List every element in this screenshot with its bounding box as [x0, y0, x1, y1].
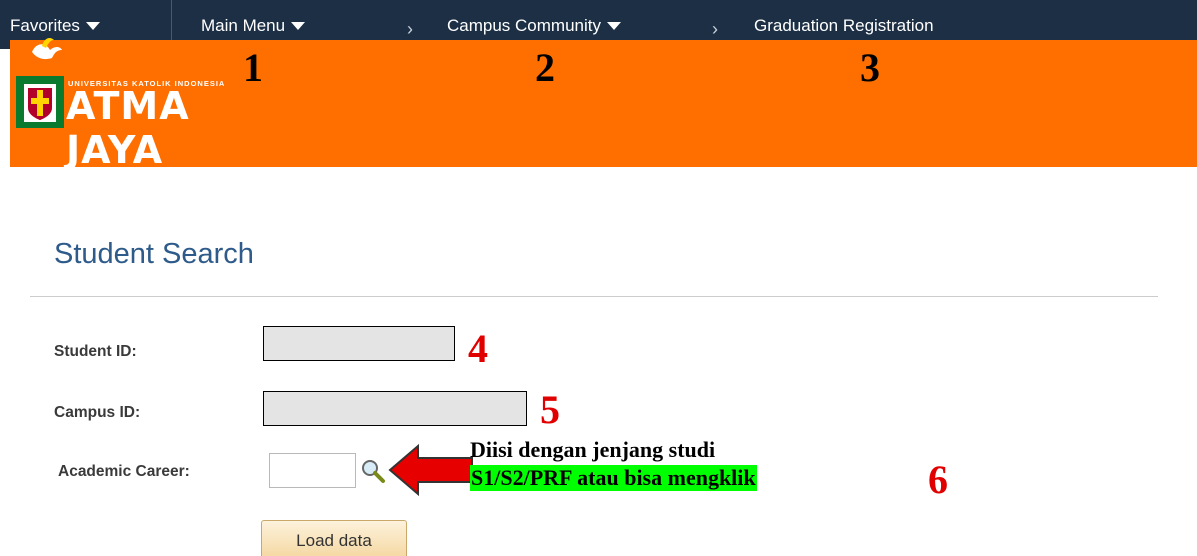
annotation-note-line2: S1/S2/PRF atau bisa mengklik: [470, 465, 757, 491]
student-id-label: Student ID:: [54, 343, 137, 360]
breadcrumb-separator-icon: ›: [712, 19, 718, 39]
annotation-number-2: 2: [535, 45, 555, 90]
campus-id-field[interactable]: [263, 391, 527, 426]
breadcrumb-separator-icon: ›: [407, 19, 413, 39]
title-divider: [30, 296, 1158, 297]
graduation-registration-link[interactable]: Graduation Registration: [754, 16, 934, 36]
lookup-magnifier-icon[interactable]: [359, 457, 387, 485]
chevron-down-icon: [607, 22, 621, 30]
annotation-number-6: 6: [928, 457, 948, 502]
load-data-button[interactable]: Load data: [261, 520, 407, 556]
annotation-number-5: 5: [540, 387, 560, 432]
brand-title: ATMA JAYA: [66, 84, 190, 172]
annotation-number-1: 1: [243, 45, 263, 90]
campus-community-menu[interactable]: Campus Community: [447, 16, 621, 36]
annotation-arrow-icon: [388, 443, 473, 497]
annotation-number-3: 3: [860, 45, 880, 90]
academic-career-label: Academic Career:: [58, 463, 190, 480]
academic-career-field[interactable]: [269, 453, 356, 488]
page-title: Student Search: [54, 238, 254, 270]
graduation-registration-label: Graduation Registration: [754, 16, 934, 35]
campus-community-label: Campus Community: [447, 16, 601, 35]
annotation-note-line1: Diisi dengan jenjang studi: [470, 437, 716, 462]
student-id-field[interactable]: [263, 326, 455, 361]
annotation-number-4: 4: [468, 326, 488, 371]
campus-id-label: Campus ID:: [54, 404, 141, 421]
